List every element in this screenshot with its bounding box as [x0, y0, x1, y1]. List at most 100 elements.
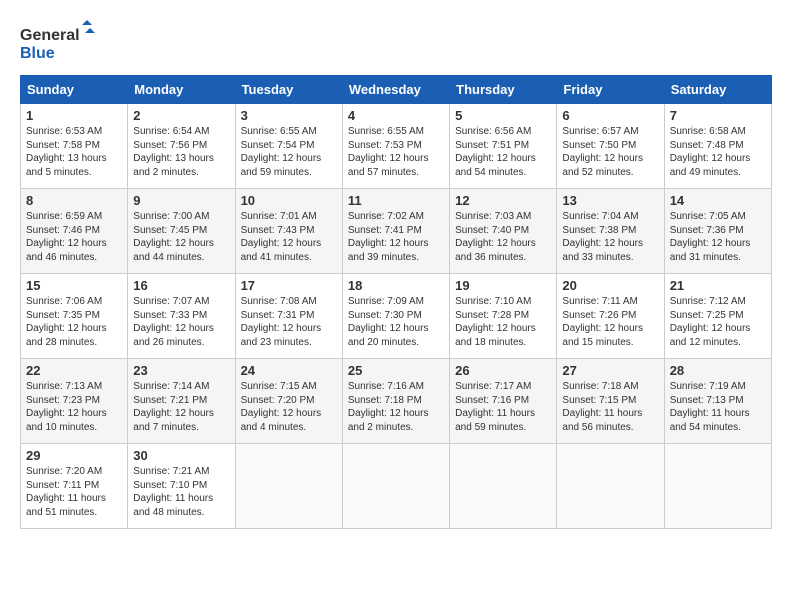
day-number: 3 [241, 108, 337, 123]
day-cell [342, 444, 449, 529]
day-cell: 5 Sunrise: 6:56 AM Sunset: 7:51 PM Daylig… [450, 104, 557, 189]
day-info: Sunrise: 7:12 AM Sunset: 7:25 PM Dayligh… [670, 295, 766, 349]
day-cell [664, 444, 771, 529]
day-number: 16 [133, 278, 229, 293]
logo: GeneralBlue [20, 20, 100, 65]
day-info: Sunrise: 7:14 AM Sunset: 7:21 PM Dayligh… [133, 380, 229, 434]
calendar-header-row: SundayMondayTuesdayWednesdayThursdayFrid… [21, 76, 772, 104]
day-number: 30 [133, 448, 229, 463]
day-info: Sunrise: 7:00 AM Sunset: 7:45 PM Dayligh… [133, 210, 229, 264]
day-cell: 17 Sunrise: 7:08 AM Sunset: 7:31 PM Dayli… [235, 274, 342, 359]
day-number: 23 [133, 363, 229, 378]
day-info: Sunrise: 6:53 AM Sunset: 7:58 PM Dayligh… [26, 125, 122, 179]
day-cell: 2 Sunrise: 6:54 AM Sunset: 7:56 PM Daylig… [128, 104, 235, 189]
day-info: Sunrise: 6:58 AM Sunset: 7:48 PM Dayligh… [670, 125, 766, 179]
day-info: Sunrise: 6:54 AM Sunset: 7:56 PM Dayligh… [133, 125, 229, 179]
day-info: Sunrise: 7:05 AM Sunset: 7:36 PM Dayligh… [670, 210, 766, 264]
day-cell: 26Sunrise: 7:17 AM Sunset: 7:16 PM Dayli… [450, 359, 557, 444]
day-number: 22 [26, 363, 122, 378]
day-number: 12 [455, 193, 551, 208]
week-row-1: 1 Sunrise: 6:53 AM Sunset: 7:58 PM Daylig… [21, 104, 772, 189]
day-cell: 28 Sunrise: 7:19 AM Sunset: 7:13 PM Dayli… [664, 359, 771, 444]
day-number: 6 [562, 108, 658, 123]
day-number: 5 [455, 108, 551, 123]
day-info: Sunrise: 6:57 AM Sunset: 7:50 PM Dayligh… [562, 125, 658, 179]
header-tuesday: Tuesday [235, 76, 342, 104]
day-number: 19 [455, 278, 551, 293]
day-number: 1 [26, 108, 122, 123]
day-cell: 13Sunrise: 7:04 AM Sunset: 7:38 PM Dayli… [557, 189, 664, 274]
day-number: 17 [241, 278, 337, 293]
day-number: 14 [670, 193, 766, 208]
week-row-5: 29 Sunrise: 7:20 AM Sunset: 7:11 PM Dayli… [21, 444, 772, 529]
day-info: Sunrise: 6:55 AM Sunset: 7:54 PM Dayligh… [241, 125, 337, 179]
day-cell: 29 Sunrise: 7:20 AM Sunset: 7:11 PM Dayli… [21, 444, 128, 529]
day-number: 9 [133, 193, 229, 208]
day-info: Sunrise: 7:10 AM Sunset: 7:28 PM Dayligh… [455, 295, 551, 349]
day-info: Sunrise: 7:03 AM Sunset: 7:40 PM Dayligh… [455, 210, 551, 264]
day-cell: 16 Sunrise: 7:07 AM Sunset: 7:33 PM Dayli… [128, 274, 235, 359]
day-cell: 3 Sunrise: 6:55 AM Sunset: 7:54 PM Daylig… [235, 104, 342, 189]
day-info: Sunrise: 7:18 AM Sunset: 7:15 PM Dayligh… [562, 380, 658, 434]
day-cell: 25 Sunrise: 7:16 AM Sunset: 7:18 PM Dayli… [342, 359, 449, 444]
day-info: Sunrise: 7:08 AM Sunset: 7:31 PM Dayligh… [241, 295, 337, 349]
day-number: 2 [133, 108, 229, 123]
week-row-2: 8Sunrise: 6:59 AM Sunset: 7:46 PM Daylig… [21, 189, 772, 274]
day-number: 28 [670, 363, 766, 378]
day-cell: 6 Sunrise: 6:57 AM Sunset: 7:50 PM Daylig… [557, 104, 664, 189]
day-number: 7 [670, 108, 766, 123]
day-cell: 18 Sunrise: 7:09 AM Sunset: 7:30 PM Dayli… [342, 274, 449, 359]
svg-text:Blue: Blue [20, 45, 55, 62]
day-cell: 20 Sunrise: 7:11 AM Sunset: 7:26 PM Dayli… [557, 274, 664, 359]
day-cell: 24 Sunrise: 7:15 AM Sunset: 7:20 PM Dayli… [235, 359, 342, 444]
day-cell [235, 444, 342, 529]
header-sunday: Sunday [21, 76, 128, 104]
day-cell: 12 Sunrise: 7:03 AM Sunset: 7:40 PM Dayli… [450, 189, 557, 274]
day-cell: 9 Sunrise: 7:00 AM Sunset: 7:45 PM Daylig… [128, 189, 235, 274]
day-info: Sunrise: 7:02 AM Sunset: 7:41 PM Dayligh… [348, 210, 444, 264]
header-saturday: Saturday [664, 76, 771, 104]
day-cell: 21 Sunrise: 7:12 AM Sunset: 7:25 PM Dayli… [664, 274, 771, 359]
day-info: Sunrise: 6:55 AM Sunset: 7:53 PM Dayligh… [348, 125, 444, 179]
day-number: 10 [241, 193, 337, 208]
day-info: Sunrise: 7:06 AM Sunset: 7:35 PM Dayligh… [26, 295, 122, 349]
header-monday: Monday [128, 76, 235, 104]
day-number: 18 [348, 278, 444, 293]
day-number: 13 [562, 193, 658, 208]
logo-svg: GeneralBlue [20, 20, 100, 65]
day-cell [557, 444, 664, 529]
day-info: Sunrise: 7:20 AM Sunset: 7:11 PM Dayligh… [26, 465, 122, 519]
day-cell [450, 444, 557, 529]
day-number: 29 [26, 448, 122, 463]
day-number: 27 [562, 363, 658, 378]
day-info: Sunrise: 7:07 AM Sunset: 7:33 PM Dayligh… [133, 295, 229, 349]
day-cell: 22 Sunrise: 7:13 AM Sunset: 7:23 PM Dayli… [21, 359, 128, 444]
day-number: 21 [670, 278, 766, 293]
day-info: Sunrise: 7:11 AM Sunset: 7:26 PM Dayligh… [562, 295, 658, 349]
day-number: 15 [26, 278, 122, 293]
week-row-4: 22 Sunrise: 7:13 AM Sunset: 7:23 PM Dayli… [21, 359, 772, 444]
day-cell: 19 Sunrise: 7:10 AM Sunset: 7:28 PM Dayli… [450, 274, 557, 359]
day-info: Sunrise: 7:15 AM Sunset: 7:20 PM Dayligh… [241, 380, 337, 434]
day-cell: 15 Sunrise: 7:06 AM Sunset: 7:35 PM Dayli… [21, 274, 128, 359]
day-cell: 1 Sunrise: 6:53 AM Sunset: 7:58 PM Daylig… [21, 104, 128, 189]
day-number: 20 [562, 278, 658, 293]
day-cell: 4Sunrise: 6:55 AM Sunset: 7:53 PM Daylig… [342, 104, 449, 189]
page-header: GeneralBlue [20, 20, 772, 65]
day-info: Sunrise: 6:56 AM Sunset: 7:51 PM Dayligh… [455, 125, 551, 179]
day-info: Sunrise: 7:13 AM Sunset: 7:23 PM Dayligh… [26, 380, 122, 434]
day-number: 26 [455, 363, 551, 378]
day-number: 24 [241, 363, 337, 378]
calendar-table: SundayMondayTuesdayWednesdayThursdayFrid… [20, 75, 772, 529]
day-number: 25 [348, 363, 444, 378]
day-info: Sunrise: 7:19 AM Sunset: 7:13 PM Dayligh… [670, 380, 766, 434]
day-cell: 10Sunrise: 7:01 AM Sunset: 7:43 PM Dayli… [235, 189, 342, 274]
header-thursday: Thursday [450, 76, 557, 104]
day-info: Sunrise: 7:09 AM Sunset: 7:30 PM Dayligh… [348, 295, 444, 349]
day-cell: 11Sunrise: 7:02 AM Sunset: 7:41 PM Dayli… [342, 189, 449, 274]
day-info: Sunrise: 7:16 AM Sunset: 7:18 PM Dayligh… [348, 380, 444, 434]
day-info: Sunrise: 6:59 AM Sunset: 7:46 PM Dayligh… [26, 210, 122, 264]
day-cell: 14 Sunrise: 7:05 AM Sunset: 7:36 PM Dayli… [664, 189, 771, 274]
week-row-3: 15 Sunrise: 7:06 AM Sunset: 7:35 PM Dayli… [21, 274, 772, 359]
day-info: Sunrise: 7:21 AM Sunset: 7:10 PM Dayligh… [133, 465, 229, 519]
